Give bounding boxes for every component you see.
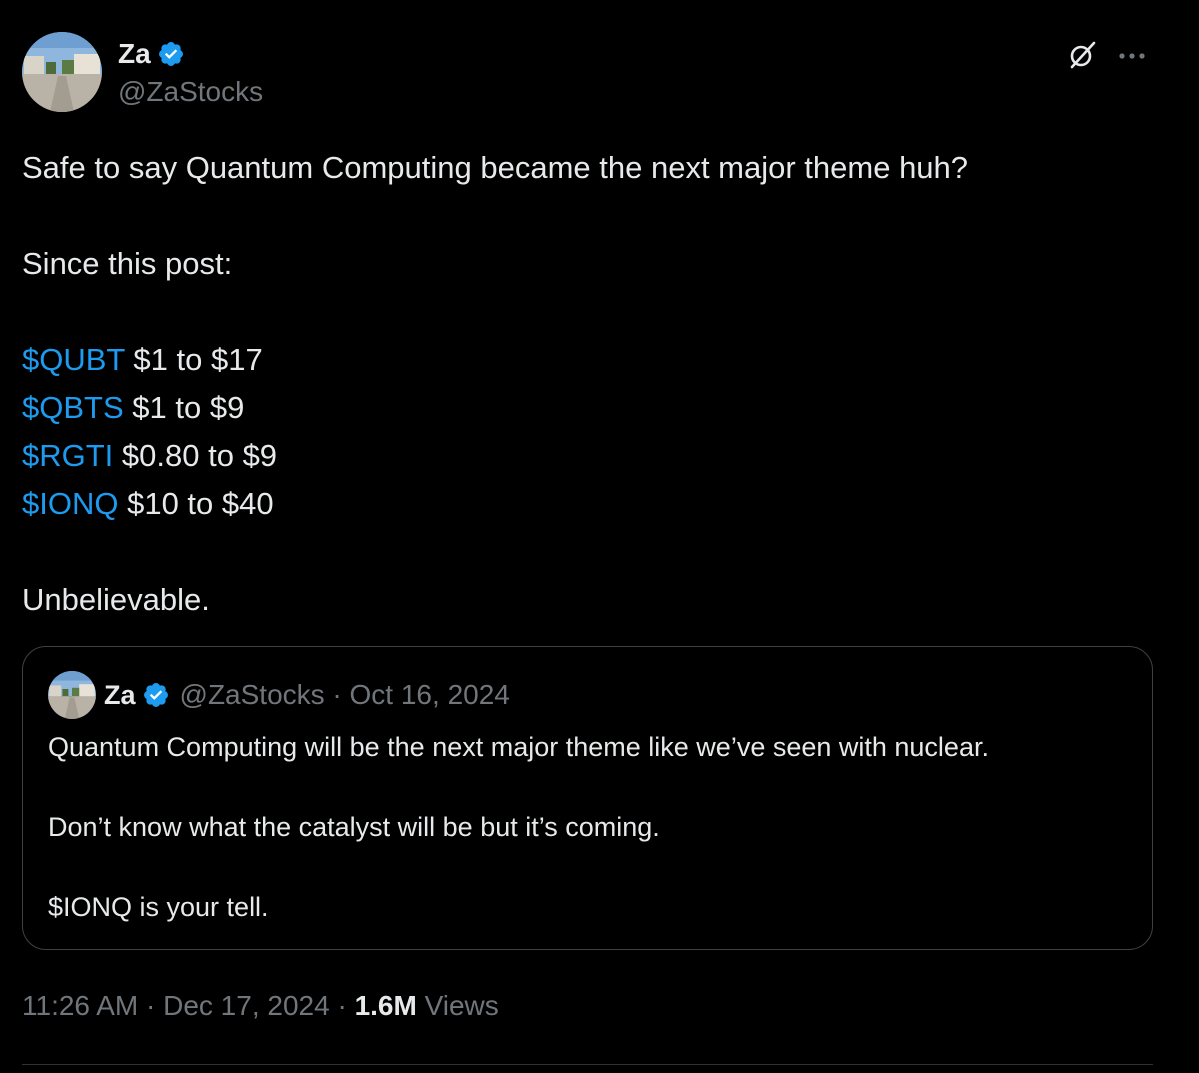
display-name[interactable]: Za [118, 36, 151, 72]
post-text: Safe to say Quantum Computing became the… [22, 144, 1153, 624]
author-handle[interactable]: @ZaStocks [118, 72, 263, 112]
quote-text: Quantum Computing will be the next major… [48, 727, 1138, 927]
views-count: 1.6M [354, 990, 417, 1021]
post-meta: 11:26 AM · Dec 17, 2024 · 1.6M Views [22, 986, 1153, 1026]
ticker-change: $0.80 to $9 [113, 438, 278, 473]
quote-avatar[interactable] [48, 671, 96, 719]
ticker-line: $QBTS $1 to $9 [22, 384, 1153, 432]
cashtag-link[interactable]: $QUBT [22, 342, 125, 377]
tweet: Za @ZaStocks Safe to say Quantum Computi… [22, 32, 1153, 1065]
post-intro: Safe to say Quantum Computing became the… [22, 150, 969, 185]
quote-header: Za @ZaStocks · Oct 16, 2024 [48, 671, 510, 719]
name-row: Za [118, 36, 263, 72]
grok-icon[interactable] [1067, 40, 1097, 70]
post-since: Since this post: [22, 246, 233, 281]
tweet-header: Za @ZaStocks [22, 32, 1153, 114]
cashtag-link[interactable]: $RGTI [22, 438, 113, 473]
ticker-line: $IONQ $10 to $40 [22, 480, 1153, 528]
avatar[interactable] [22, 32, 102, 112]
verified-badge-icon[interactable] [157, 40, 185, 68]
author-info: Za @ZaStocks [118, 36, 263, 112]
post-timestamp[interactable]: 11:26 AM · Dec 17, 2024 · [22, 990, 355, 1021]
cashtag-link[interactable]: $IONQ [22, 486, 118, 521]
cashtag-link[interactable]: $QBTS [22, 390, 124, 425]
ticker-change: $10 to $40 [118, 486, 274, 521]
quoted-post[interactable]: Za @ZaStocks · Oct 16, 2024 Quantum Comp… [22, 646, 1153, 950]
ticker-line: $QUBT $1 to $17 [22, 336, 1153, 384]
quote-handle-date[interactable]: @ZaStocks · Oct 16, 2024 [180, 679, 510, 711]
views-label: Views [416, 990, 499, 1021]
quote-paragraph: Quantum Computing will be the next major… [48, 732, 989, 762]
quote-paragraph: Don’t know what the catalyst will be but… [48, 812, 660, 842]
post-closing: Unbelievable. [22, 582, 210, 617]
quote-display-name[interactable]: Za [104, 680, 136, 711]
more-icon[interactable] [1114, 46, 1150, 66]
verified-badge-icon [143, 683, 168, 707]
quote-paragraph: $IONQ is your tell. [48, 892, 269, 922]
ticker-change: $1 to $9 [123, 390, 245, 425]
ticker-change: $1 to $17 [124, 342, 263, 377]
ticker-line: $RGTI $0.80 to $9 [22, 432, 1153, 480]
divider [22, 1064, 1153, 1065]
